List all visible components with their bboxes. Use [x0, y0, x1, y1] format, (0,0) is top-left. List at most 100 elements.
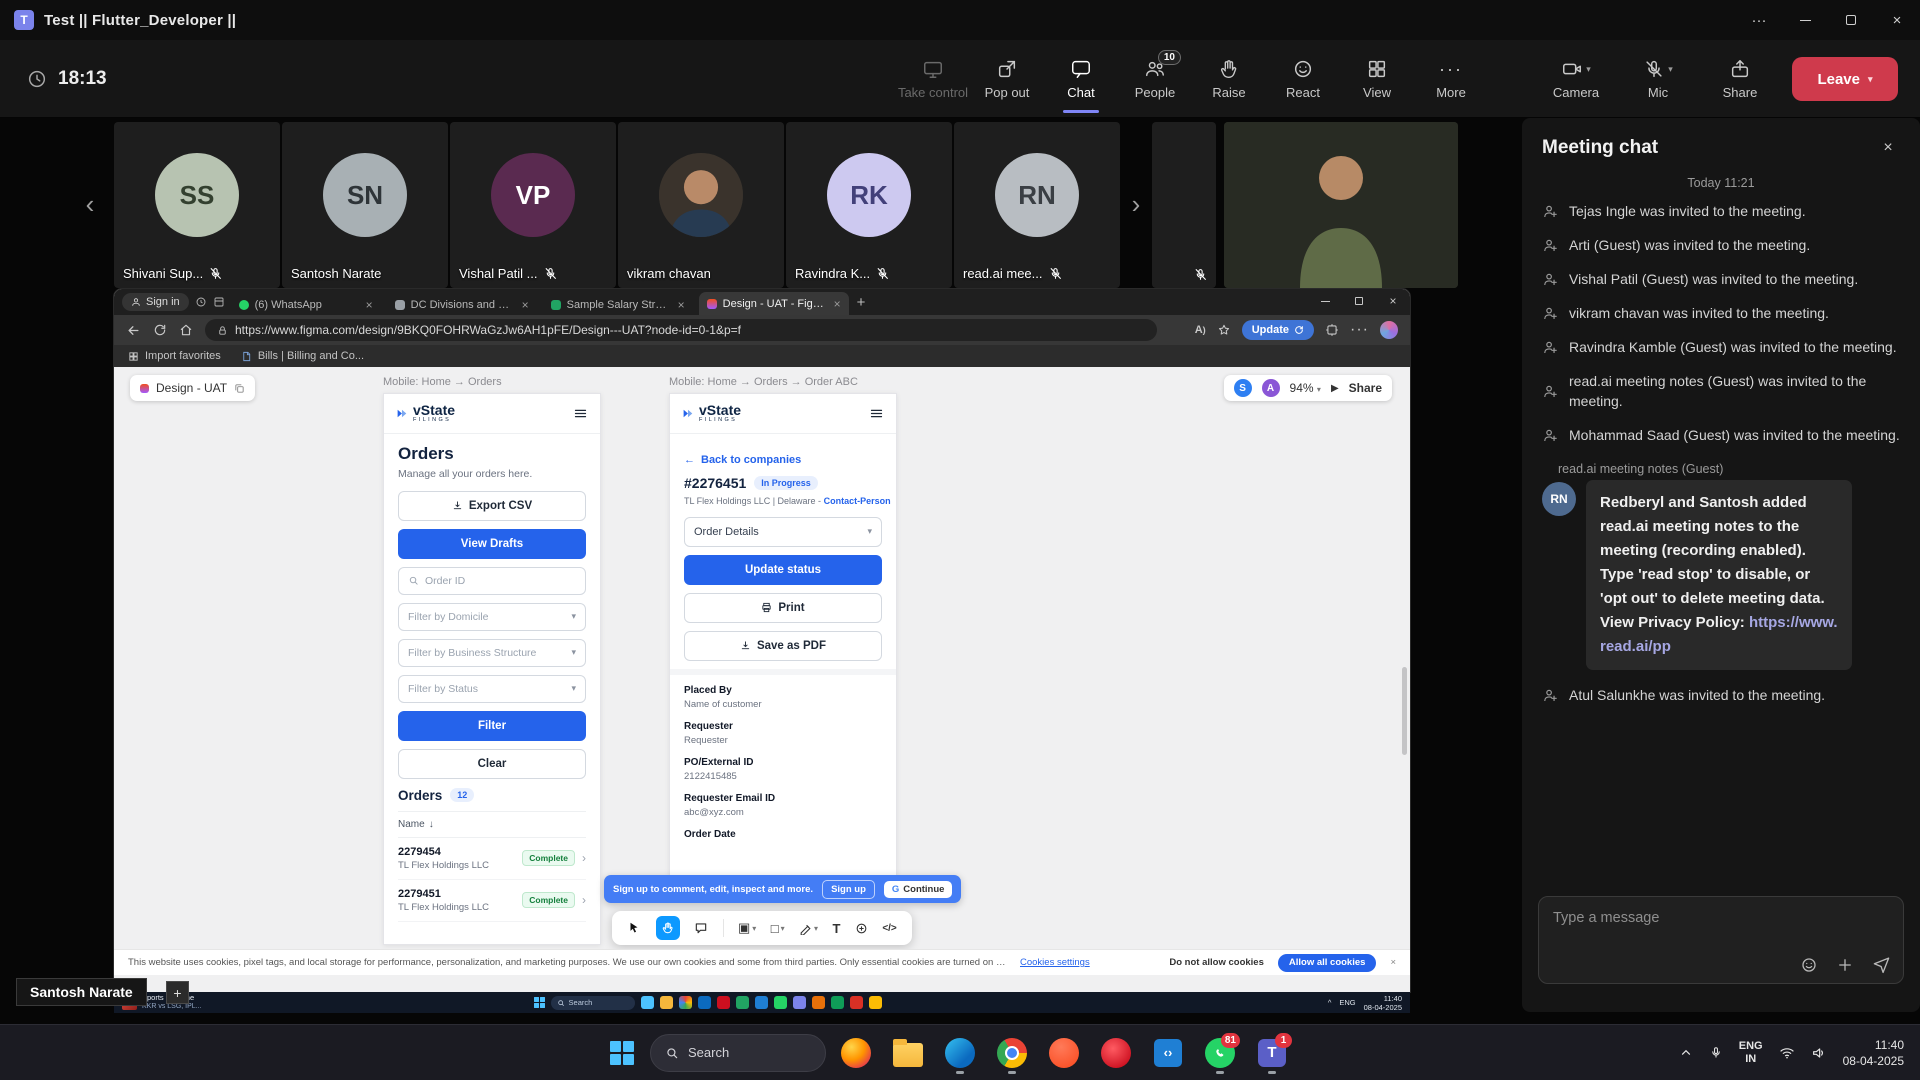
google-continue-button[interactable]: GContinue	[884, 881, 953, 898]
share-button[interactable]: Share	[1704, 58, 1776, 100]
order-row[interactable]: 2279454TL Flex Holdings LLC Complete ›	[398, 838, 586, 880]
pinned-app-icon[interactable]	[679, 996, 692, 1009]
url-bar[interactable]: https://www.figma.com/design/9BKQ0FOHRWa…	[205, 319, 1157, 341]
cookie-close-icon[interactable]: ×	[1390, 957, 1396, 968]
text-tool-icon[interactable]: T	[832, 921, 840, 936]
comment-tool-icon[interactable]	[694, 921, 708, 935]
collaborator-avatar[interactable]: A	[1262, 379, 1280, 397]
take-control-button[interactable]: Take control	[896, 40, 970, 118]
window-more-icon[interactable]: ···	[1736, 0, 1782, 40]
zoom-level[interactable]: 94% ▾	[1290, 381, 1321, 395]
brave-icon[interactable]	[1042, 1031, 1086, 1075]
name-column-header[interactable]: Name↓	[398, 811, 586, 838]
participant-tile[interactable]: vikram chavan	[618, 122, 784, 288]
leave-button[interactable]: Leave ▾	[1792, 57, 1898, 101]
filmstrip-prev-button[interactable]: ‹	[78, 184, 102, 224]
export-csv-button[interactable]: Export CSV	[398, 491, 586, 521]
browser-close-button[interactable]: ×	[1376, 289, 1410, 313]
dev-mode-icon[interactable]: </>	[882, 923, 896, 934]
more-button[interactable]: ··· More	[1414, 40, 1488, 118]
update-status-button[interactable]: Update status	[684, 555, 882, 585]
save-as-pdf-button[interactable]: Save as PDF	[684, 631, 882, 661]
frame-label[interactable]: Mobile: Home → Orders → Order ABC	[669, 376, 858, 388]
participant-tile-partial[interactable]	[1152, 122, 1216, 288]
file-explorer-icon[interactable]	[886, 1031, 930, 1075]
figma-canvas[interactable]: Design - UAT S A 94% ▾ ▶ Share Mobile: H…	[114, 367, 1410, 992]
hand-tool-icon[interactable]	[656, 916, 680, 940]
filter-button[interactable]: Filter	[398, 711, 586, 741]
page-scrollbar[interactable]	[1402, 667, 1407, 755]
attach-plus-icon[interactable]	[1836, 956, 1854, 974]
cookie-settings-link[interactable]: Cookies settings	[1020, 957, 1090, 968]
deny-cookies-button[interactable]: Do not allow cookies	[1169, 957, 1264, 968]
camera-button[interactable]: ▾ Camera	[1540, 58, 1612, 100]
tab-close-icon[interactable]: ×	[834, 297, 841, 311]
participant-tile[interactable]: VP Vishal Patil ...	[450, 122, 616, 288]
close-button[interactable]: ×	[1874, 0, 1920, 40]
present-icon[interactable]: ▶	[1331, 383, 1339, 394]
favorite-star-icon[interactable]	[1217, 323, 1231, 337]
edge-icon[interactable]	[938, 1031, 982, 1075]
participant-tile[interactable]: RK Ravindra K...	[786, 122, 952, 288]
pinned-app-icon[interactable]	[831, 996, 844, 1009]
new-tab-button[interactable]: +	[857, 294, 866, 311]
presenter-pin-button[interactable]: +	[166, 981, 189, 1004]
language-indicator[interactable]: ENGIN	[1739, 1040, 1763, 1066]
hamburger-icon[interactable]	[869, 406, 884, 421]
pinned-app-icon[interactable]	[755, 996, 768, 1009]
back-icon[interactable]	[126, 323, 141, 338]
tab-close-icon[interactable]: ×	[678, 298, 685, 312]
browser-maximize-button[interactable]	[1342, 289, 1376, 313]
camera-dropdown-icon[interactable]: ▾	[1586, 64, 1591, 75]
figma-share-button[interactable]: Share	[1349, 381, 1382, 395]
chat-close-icon[interactable]: ×	[1874, 134, 1902, 162]
mic-dropdown-icon[interactable]: ▾	[1668, 64, 1673, 75]
extensions-icon[interactable]	[1325, 323, 1339, 337]
pinned-app-icon[interactable]	[774, 996, 787, 1009]
browser-signin-button[interactable]: Sign in	[122, 293, 189, 311]
pinned-app-icon[interactable]	[698, 996, 711, 1009]
start-button[interactable]	[600, 1031, 644, 1075]
mic-button[interactable]: ▾ Mic	[1622, 58, 1694, 100]
view-drafts-button[interactable]: View Drafts	[398, 529, 586, 559]
contact-person-link[interactable]: Contact-Person	[824, 496, 891, 506]
react-button[interactable]: React	[1266, 40, 1340, 118]
pinned-app-icon[interactable]	[793, 996, 806, 1009]
people-button[interactable]: 10 People	[1118, 40, 1192, 118]
search-pill[interactable]: Search	[551, 996, 635, 1010]
bookmark-bills[interactable]: Bills | Billing and Co...	[241, 350, 364, 362]
figma-frame-orders[interactable]: vStateFILINGS Orders Manage all your ord…	[383, 393, 601, 945]
pen-tool-icon[interactable]: ▾	[799, 922, 818, 935]
whatsapp-icon[interactable]: 81	[1198, 1031, 1242, 1075]
wifi-icon[interactable]	[1779, 1045, 1795, 1061]
signup-button[interactable]: Sign up	[822, 880, 875, 899]
select-tool-icon[interactable]	[627, 921, 641, 935]
pinned-app-icon[interactable]	[641, 996, 654, 1009]
frame-tool-icon[interactable]: ▣▾	[738, 920, 756, 936]
firefox-icon[interactable]	[834, 1031, 878, 1075]
pinned-app-icon[interactable]	[660, 996, 673, 1009]
participant-tile[interactable]: SN Santosh Narate	[282, 122, 448, 288]
figma-breadcrumb[interactable]: Design - UAT	[130, 375, 255, 401]
browser-update-button[interactable]: Update	[1242, 320, 1314, 340]
filter-status-select[interactable]: Filter by Status▾	[398, 675, 586, 703]
browser-tab-active[interactable]: Design - UAT - Figma ×	[699, 292, 849, 315]
pop-out-button[interactable]: Pop out	[970, 40, 1044, 118]
tray-chevron-icon[interactable]	[1679, 1046, 1693, 1060]
spotlight-tile[interactable]	[1224, 122, 1458, 288]
resources-tool-icon[interactable]	[855, 922, 868, 935]
browser-minimize-button[interactable]	[1308, 289, 1342, 313]
filter-business-structure-select[interactable]: Filter by Business Structure▾	[398, 639, 586, 667]
emoji-icon[interactable]	[1800, 956, 1818, 974]
workspaces-icon[interactable]	[195, 296, 207, 308]
browser-tab[interactable]: (6) WhatsApp ×	[231, 294, 381, 315]
leave-dropdown-icon[interactable]: ▾	[1868, 74, 1873, 85]
chat-button[interactable]: Chat	[1044, 40, 1118, 118]
pinned-app-icon[interactable]	[850, 996, 863, 1009]
minimize-button[interactable]	[1782, 0, 1828, 40]
pinned-app-icon[interactable]	[869, 996, 882, 1009]
tab-actions-icon[interactable]	[213, 296, 225, 308]
raise-hand-button[interactable]: Raise	[1192, 40, 1266, 118]
order-id-input[interactable]: Order ID	[398, 567, 586, 595]
maximize-button[interactable]	[1828, 0, 1874, 40]
